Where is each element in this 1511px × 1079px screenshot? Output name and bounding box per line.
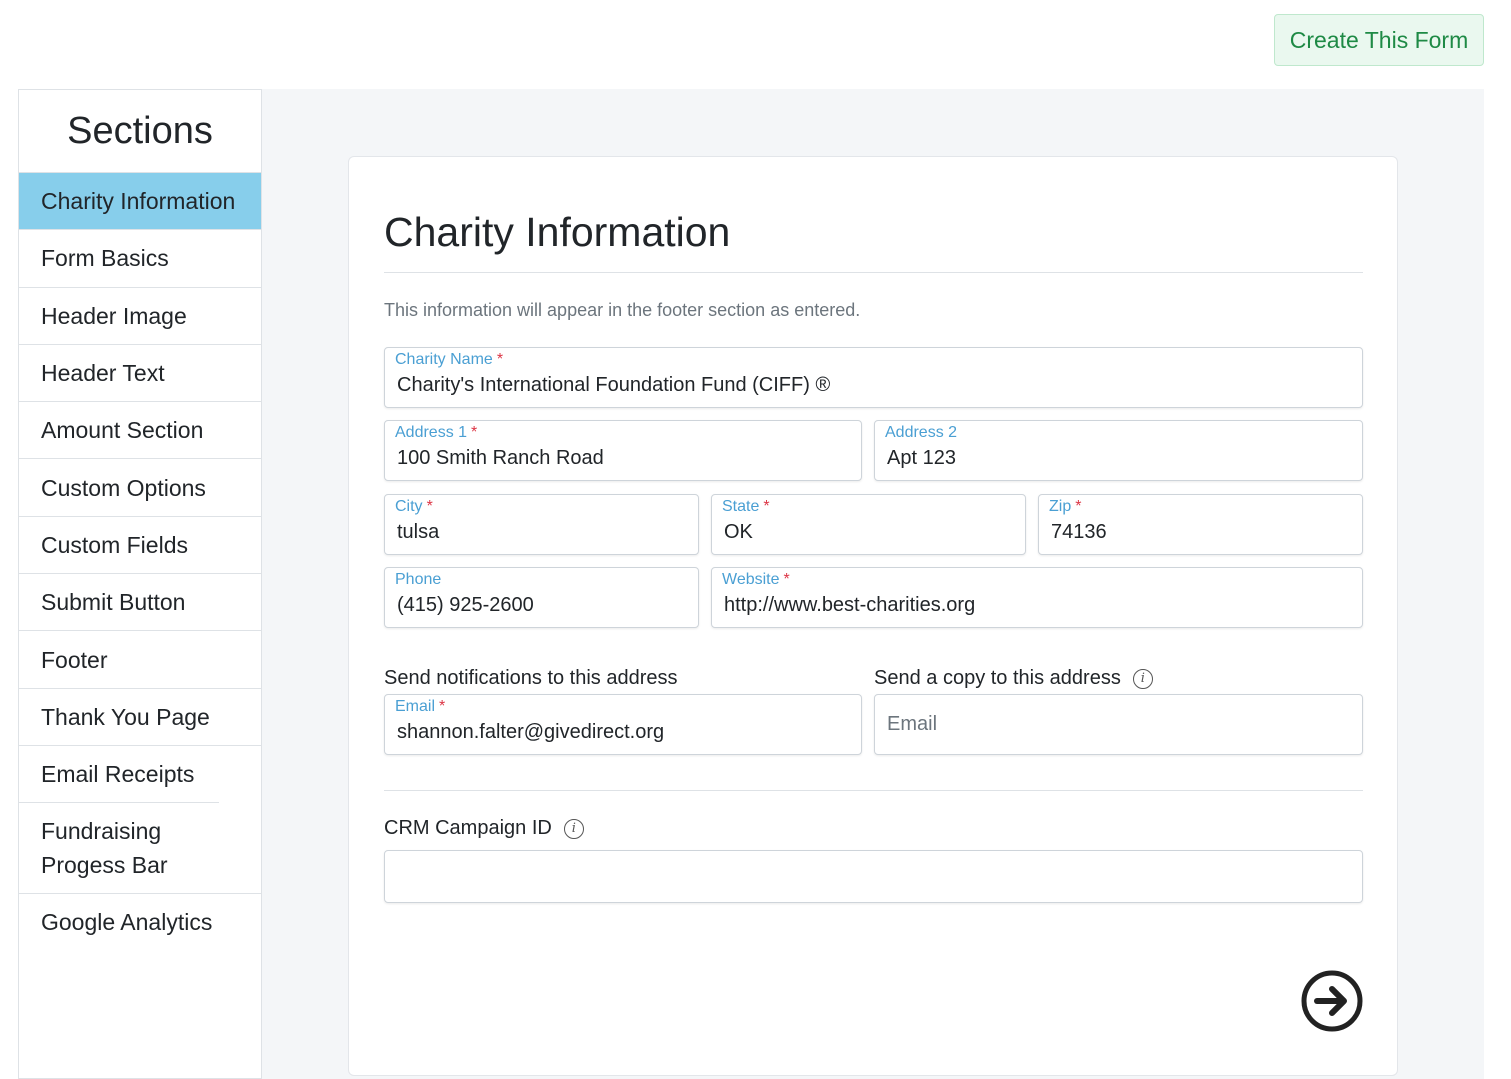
zip-label: Zip	[1049, 498, 1072, 515]
sidebar-item-email-receipts[interactable]: Email Receipts	[19, 744, 261, 802]
info-icon[interactable]: i	[563, 818, 584, 839]
website-label: Website	[722, 571, 780, 588]
address1-field[interactable]: Address 1 * 100 Smith Ranch Road	[384, 420, 862, 481]
sidebar-item-charity-information[interactable]: Charity Information	[19, 172, 261, 230]
crm-campaign-id-input[interactable]	[384, 850, 1363, 903]
required-marker: *	[426, 498, 433, 515]
charity-name-label: Charity Name	[395, 351, 493, 368]
sidebar-item-custom-options[interactable]: Custom Options	[19, 458, 261, 515]
copy-email-placeholder: Email	[887, 713, 938, 735]
sidebar-item-header-text[interactable]: Header Text	[19, 343, 261, 401]
sidebar-item-submit-button[interactable]: Submit Button	[19, 573, 261, 630]
create-form-button[interactable]: Create This Form	[1274, 14, 1484, 66]
required-marker: *	[1075, 498, 1082, 515]
city-field[interactable]: City * tulsa	[384, 494, 699, 555]
required-marker: *	[496, 351, 504, 368]
phone-value: (415) 925-2600	[397, 594, 534, 616]
notify-label-text: Send notifications to this address	[384, 667, 678, 689]
notify-email-value: shannon.falter@givedirect.org	[397, 721, 665, 743]
crm-label-text: CRM Campaign ID	[384, 817, 552, 839]
required-marker: *	[471, 424, 478, 441]
address2-value: Apt 123	[887, 447, 956, 469]
sidebar-item-form-basics[interactable]: Form Basics	[19, 229, 261, 286]
divider	[384, 272, 1363, 273]
zip-field[interactable]: Zip * 74136	[1038, 494, 1363, 555]
sidebar-title: Sections	[67, 109, 213, 152]
state-field[interactable]: State * OK	[711, 494, 1026, 555]
sidebar-item-amount-section[interactable]: Amount Section	[19, 401, 261, 458]
sidebar-item-footer[interactable]: Footer	[19, 630, 261, 687]
required-marker: *	[763, 498, 770, 515]
charity-information-card: Charity Information This information wil…	[348, 156, 1398, 1076]
sidebar-item-custom-fields[interactable]: Custom Fields	[19, 515, 261, 573]
crm-label: CRM Campaign ID i	[384, 817, 584, 840]
sidebar-item-fundraising-progress-bar[interactable]: Fundraising Progess Bar	[19, 802, 219, 893]
phone-label: Phone	[395, 571, 442, 588]
address2-label: Address 2	[885, 424, 958, 441]
page-title: Charity Information	[384, 209, 731, 255]
notify-email-label: Email	[395, 698, 436, 715]
sections-sidebar: Sections Charity Information Form Basics…	[18, 89, 262, 1079]
notify-label: Send notifications to this address	[384, 667, 678, 690]
state-label: State	[722, 498, 760, 515]
divider	[384, 790, 1363, 791]
copy-label-text: Send a copy to this address	[874, 667, 1121, 689]
charity-name-field[interactable]: Charity Name * Charity's International Fo…	[384, 347, 1363, 408]
copy-label: Send a copy to this address i	[874, 667, 1153, 690]
address2-field[interactable]: Address 2 Apt 123	[874, 420, 1363, 481]
state-value: OK	[724, 521, 753, 543]
city-value: tulsa	[397, 521, 440, 543]
required-marker: *	[783, 571, 790, 588]
address1-value: 100 Smith Ranch Road	[397, 447, 604, 469]
charity-name-value: Charity's International Foundation Fund …	[397, 374, 831, 396]
city-label: City	[395, 498, 423, 515]
website-field[interactable]: Website * http://www.best-charities.org	[711, 567, 1363, 628]
sidebar-item-header-image[interactable]: Header Image	[19, 286, 261, 344]
copy-email-field[interactable]: Email	[874, 694, 1363, 755]
required-marker: *	[439, 698, 446, 715]
sidebar-item-thank-you-page[interactable]: Thank You Page	[19, 687, 261, 745]
info-icon[interactable]: i	[1132, 668, 1153, 689]
phone-field[interactable]: Phone (415) 925-2600	[384, 567, 699, 628]
arrow-right-circle-icon[interactable]	[1301, 970, 1363, 1032]
sidebar-item-google-analytics[interactable]: Google Analytics	[19, 893, 261, 950]
address1-label: Address 1	[395, 424, 468, 441]
info-text: This information will appear in the foot…	[384, 300, 861, 320]
website-value: http://www.best-charities.org	[724, 594, 976, 616]
notify-email-field[interactable]: Email * shannon.falter@givedirect.org	[384, 694, 862, 755]
zip-value: 74136	[1051, 521, 1107, 543]
